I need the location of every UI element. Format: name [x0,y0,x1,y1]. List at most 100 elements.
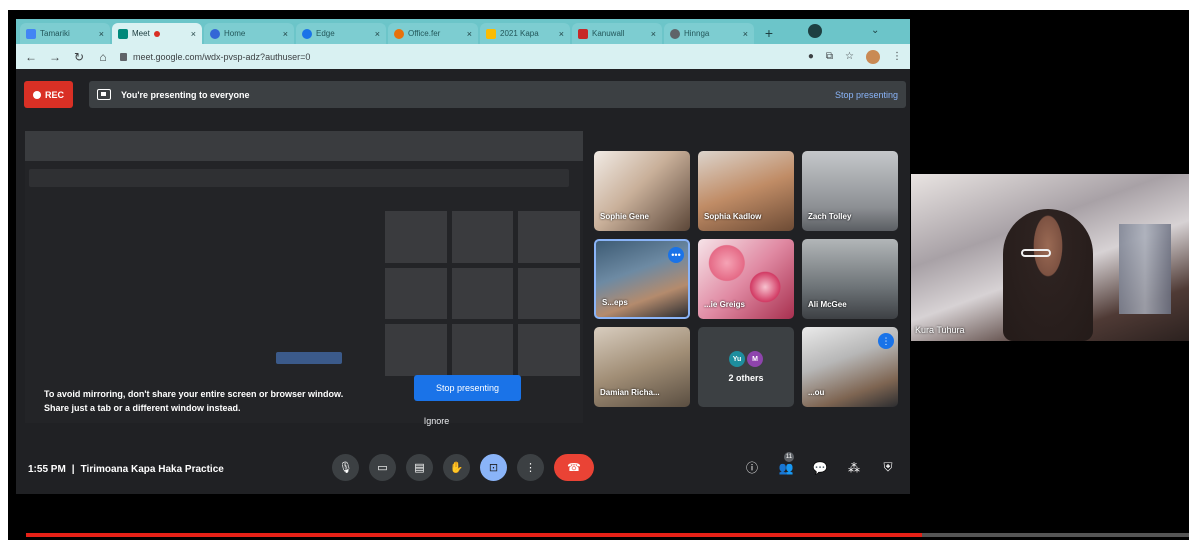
camera-button[interactable]: ▭ [369,454,396,481]
tab-favicon-icon [486,28,496,39]
browser-tab[interactable]: Tamariki × [20,23,110,44]
webcam-overlay: Kura Tuhura [911,174,1189,341]
toolbar-actions: ● ⧉ ☆ ⋮ [808,49,902,64]
meet-favicon-icon [118,28,128,39]
participant-tile[interactable]: Ali McGee [802,239,898,319]
more-vertical-icon: ⋮ [525,462,536,474]
star-icon[interactable]: ☆ [845,51,854,62]
mirror-tile [451,267,514,320]
participant-tile[interactable]: Sophie Gene [594,151,690,231]
webcam-name: Kura Tuhura [915,325,965,335]
present-icon: ⊡ [488,462,499,474]
share-icon[interactable]: ⧉ [826,51,833,62]
people-button[interactable]: 👥 11 [778,451,794,475]
participant-grid: Sophie Gene Sophia Kadlow Zach Tolley ••… [594,151,899,408]
others-tile[interactable]: Yu M 2 others [698,327,794,407]
mirror-presenting-bar [29,169,569,187]
home-icon[interactable]: ⌂ [96,50,110,64]
mirror-tile [451,324,514,376]
address-bar[interactable]: meet.google.com/wdx-pvsp-adz?authuser=0 [120,47,798,66]
tab-label: Tamariki [40,29,70,38]
mirror-participant-grid [385,211,580,376]
browser-tab[interactable]: Office.fer × [388,23,478,44]
more-menu-icon[interactable]: ⋮ [892,51,902,62]
end-call-button[interactable]: ☎ [554,454,594,481]
mirror-tile [518,267,580,320]
more-options-icon[interactable]: ••• [668,247,684,263]
participant-tile-speaking[interactable]: ••• S...eps [594,239,690,319]
tab-label: Office.fer [408,29,441,38]
tab-label: Hinnga [684,29,710,38]
recording-dot-icon [153,30,160,37]
participant-tile[interactable]: Sophia Kadlow [698,151,794,231]
present-screen-icon [97,89,111,100]
info-icon[interactable]: ⓘ [744,459,760,476]
ignore-button[interactable]: Ignore [414,413,459,429]
video-progress-bar[interactable] [26,533,1189,537]
new-tab-button[interactable]: + [760,24,778,42]
participant-tile[interactable]: ⋮ ...ou [802,327,898,407]
participant-tile[interactable]: Damian Richa... [594,327,690,407]
forward-arrow-icon[interactable]: → [48,50,62,64]
back-arrow-icon[interactable]: ← [24,50,38,64]
chat-icon[interactable]: 💬 [812,461,828,475]
microphone-button[interactable]: 🎙 [332,454,359,481]
close-icon[interactable]: × [191,29,196,39]
browser-tab[interactable]: Hinnga × [664,23,754,44]
recording-badge: REC [24,81,73,108]
record-dot-icon [32,90,41,99]
participant-tile[interactable]: Zach Tolley [802,151,898,231]
host-controls-icon[interactable]: ⛨ [880,460,896,475]
close-icon[interactable]: × [283,29,288,39]
presenting-bar: REC You're presenting to everyone Stop p… [24,81,906,108]
meeting-time: 1:55 PM [28,463,66,475]
mirror-tile [385,267,447,320]
browser-tab[interactable]: Home × [204,23,294,44]
present-button[interactable]: ⊡ [480,454,507,481]
presenting-banner: You're presenting to everyone Stop prese… [89,81,906,108]
participant-name: S...eps [602,298,628,307]
camera-icon[interactable]: ● [808,51,814,62]
browser-tab[interactable]: Kanuwall × [572,23,662,44]
close-icon[interactable]: × [559,29,564,39]
mirror-stop-chip [276,352,342,364]
mirror-tile [385,211,447,263]
activities-icon[interactable]: ⁂ [846,461,862,475]
mirror-browser-bar [25,131,583,161]
tab-favicon-icon [26,28,36,39]
avatar: M [747,351,763,367]
browser-tab-active[interactable]: Meet × [112,23,202,44]
close-icon[interactable]: × [467,29,472,39]
mirror-tile [518,211,580,263]
stop-presenting-link[interactable]: Stop presenting [835,90,898,100]
presenter-glasses [1021,249,1051,257]
captions-button[interactable]: ▤ [406,454,433,481]
video-progress-fill [26,533,922,537]
tab-search-icon[interactable] [808,24,822,38]
meeting-title: Tirimoana Kapa Haka Practice [80,463,224,475]
close-icon[interactable]: × [651,29,656,39]
close-icon[interactable]: × [99,29,104,39]
meeting-info: 1:55 PM | Tirimoana Kapa Haka Practice [28,464,328,475]
chevron-down-icon[interactable]: ⌄ [871,25,879,36]
participant-tile[interactable]: ...ie Greigs [698,239,794,319]
close-icon[interactable]: × [375,29,380,39]
participant-name: Zach Tolley [808,212,852,221]
browser-tab[interactable]: Edge × [296,23,386,44]
browser-tab[interactable]: 2021 Kapa × [480,23,570,44]
raise-hand-button[interactable]: ✋ [443,454,470,481]
more-options-button[interactable]: ⋮ [517,454,544,481]
mirroring-warning-line: Share just a tab or a different window i… [44,403,241,413]
call-controls: 🎙 ▭ ▤ ✋ ⊡ ⋮ ☎ [332,454,594,481]
profile-avatar[interactable] [866,49,880,64]
tab-favicon-icon [670,28,680,39]
reload-icon[interactable]: ↻ [72,50,86,64]
meeting-separator: | [71,463,75,475]
lock-icon [120,52,127,61]
stop-presenting-button[interactable]: Stop presenting [414,375,521,401]
captions-icon: ▤ [414,462,425,474]
people-icon: 👥 [778,460,794,475]
close-icon[interactable]: × [743,29,748,39]
meet-window: REC You're presenting to everyone Stop p… [16,69,910,494]
participant-name: ...ie Greigs [704,300,745,309]
